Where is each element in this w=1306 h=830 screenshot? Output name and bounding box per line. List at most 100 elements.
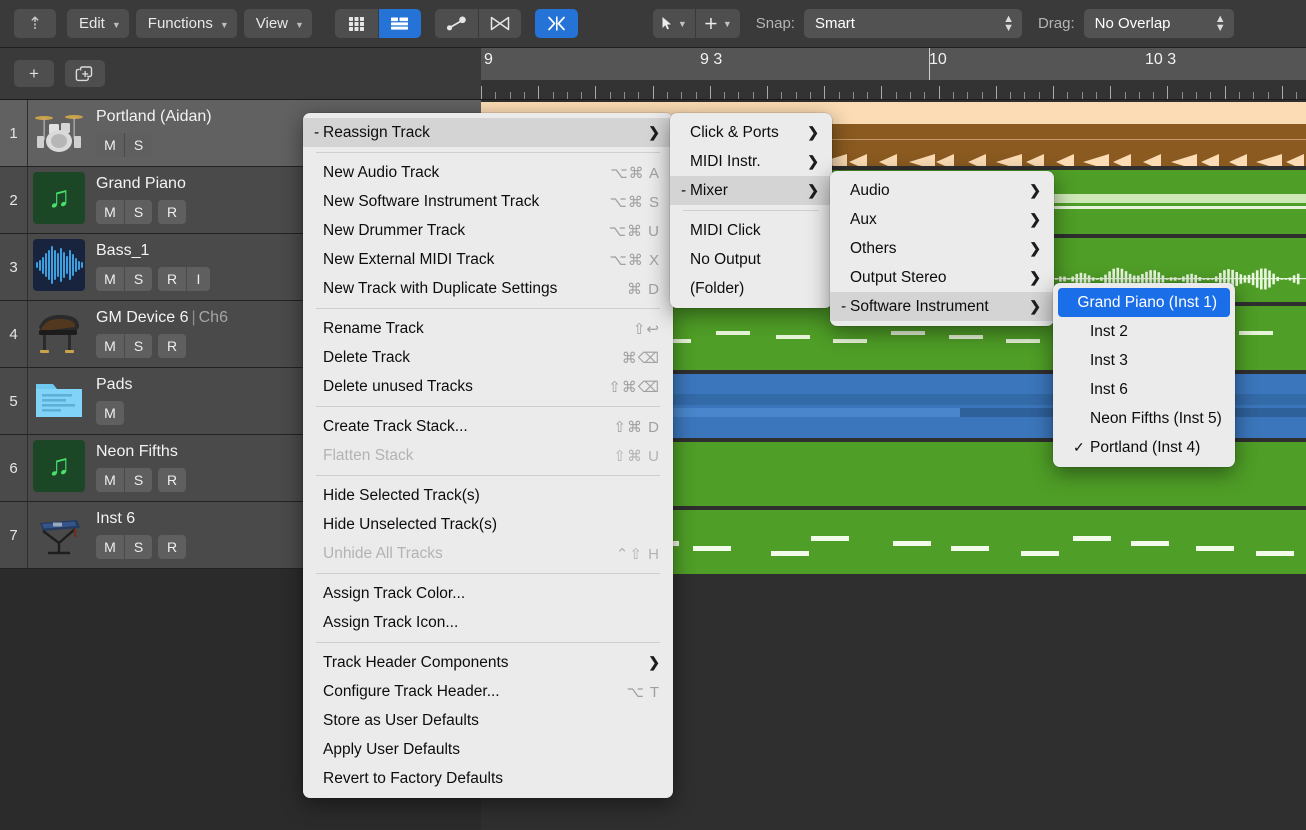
menu-item[interactable]: Assign Track Color...: [303, 579, 673, 608]
solo-button[interactable]: S: [124, 267, 152, 291]
mute-button[interactable]: M: [96, 535, 124, 559]
track-name[interactable]: Portland (Aidan): [96, 108, 212, 126]
menu-item[interactable]: - Software Instrument ❯: [830, 292, 1054, 321]
ruler-tick: [552, 92, 554, 99]
view-menu-button[interactable]: View ▼: [243, 9, 312, 38]
record-enable-button[interactable]: R: [158, 334, 186, 358]
menu-item-label: Apply User Defaults: [323, 740, 460, 758]
back-button[interactable]: ⇡: [14, 9, 56, 38]
menu-item[interactable]: Others ❯: [830, 234, 1054, 263]
menu-item[interactable]: Inst 6: [1053, 375, 1235, 404]
menu-item[interactable]: Grand Piano (Inst 1): [1058, 288, 1230, 317]
duplicate-track-button[interactable]: [65, 60, 105, 87]
menu-item[interactable]: ✓ Portland (Inst 4): [1053, 433, 1235, 462]
solo-button[interactable]: S: [124, 334, 152, 358]
menu-item[interactable]: New Drummer Track ⌥⌘ U: [303, 216, 673, 245]
menu-item[interactable]: Assign Track Icon...: [303, 608, 673, 637]
record-enable-button[interactable]: R: [158, 535, 186, 559]
chevron-down-icon: ▼: [295, 19, 304, 30]
playhead[interactable]: [929, 48, 930, 80]
mute-button[interactable]: M: [96, 200, 124, 224]
solo-button[interactable]: S: [124, 200, 152, 224]
track-context-menu[interactable]: - Reassign Track ❯ New Audio Track ⌥⌘ A New S…: [303, 113, 673, 798]
menu-item[interactable]: Inst 3: [1053, 346, 1235, 375]
menu-item[interactable]: - Reassign Track ❯: [303, 118, 673, 147]
mute-button[interactable]: M: [96, 334, 124, 358]
menu-item[interactable]: Track Header Components ❯: [303, 648, 673, 677]
mute-button[interactable]: M: [96, 468, 124, 492]
record-enable-button[interactable]: R: [158, 200, 186, 224]
track-name[interactable]: Neon Fifths: [96, 443, 186, 461]
automation-button[interactable]: [435, 9, 478, 38]
mute-button[interactable]: M: [96, 401, 124, 425]
menu-item[interactable]: Unhide All Tracks ⌃⇧ H: [303, 539, 673, 568]
track-name[interactable]: Pads: [96, 376, 132, 394]
menu-item[interactable]: - Mixer ❯: [670, 176, 832, 205]
add-track-button[interactable]: +: [14, 60, 54, 87]
menu-item[interactable]: Configure Track Header... ⌥ T: [303, 677, 673, 706]
menu-item[interactable]: Click & Ports ❯: [670, 118, 832, 147]
solo-button[interactable]: S: [124, 133, 152, 157]
snap-to-grid-button[interactable]: [534, 9, 578, 38]
ruler-tick: [781, 92, 783, 99]
drag-popup[interactable]: No Overlap ▲ ▼: [1083, 9, 1234, 38]
ruler-tick: [910, 92, 911, 99]
track-number: 5: [0, 368, 28, 434]
menu-item[interactable]: Inst 2: [1053, 317, 1235, 346]
menu-item[interactable]: New External MIDI Track ⌥⌘ X: [303, 245, 673, 274]
track-name[interactable]: GM Device 6 | Ch6: [96, 309, 228, 327]
snap-popup[interactable]: Smart ▲ ▼: [803, 9, 1022, 38]
menu-item[interactable]: MIDI Instr. ❯: [670, 147, 832, 176]
menu-item[interactable]: Delete Track ⌘⌫: [303, 343, 673, 372]
marquee-tool-button[interactable]: ▼: [694, 9, 740, 38]
menu-item[interactable]: No Output: [670, 245, 832, 274]
menu-item[interactable]: Hide Unselected Track(s): [303, 510, 673, 539]
menu-item[interactable]: MIDI Click: [670, 216, 832, 245]
solo-button[interactable]: S: [124, 468, 152, 492]
track-name[interactable]: Inst 6: [96, 510, 186, 528]
marquee-tool-icon: [705, 18, 717, 29]
menu-item[interactable]: Neon Fifths (Inst 5): [1053, 404, 1235, 433]
ruler-tick: [752, 92, 754, 99]
menu-item[interactable]: New Track with Duplicate Settings ⌘ D: [303, 274, 673, 303]
pointer-tool-button[interactable]: ▼: [653, 9, 695, 38]
mixer-submenu[interactable]: Audio ❯ Aux ❯ Others ❯ Output Stereo ❯ - Software…: [830, 171, 1054, 326]
record-enable-button[interactable]: R: [158, 468, 186, 492]
list-view-button[interactable]: [377, 9, 421, 38]
menu-item[interactable]: New Software Instrument Track ⌥⌘ S: [303, 187, 673, 216]
menu-item[interactable]: Flatten Stack ⇧⌘ U: [303, 441, 673, 470]
mute-button[interactable]: M: [96, 267, 124, 291]
edit-menu-button[interactable]: Edit ▼: [67, 9, 129, 38]
menu-item[interactable]: Revert to Factory Defaults: [303, 764, 673, 793]
menu-item[interactable]: Create Track Stack... ⇧⌘ D: [303, 412, 673, 441]
grid-view-button[interactable]: [335, 9, 378, 38]
menu-item[interactable]: Output Stereo ❯: [830, 263, 1054, 292]
mute-button[interactable]: M: [96, 133, 124, 157]
menu-item[interactable]: Rename Track ⇧↩: [303, 314, 673, 343]
menu-item[interactable]: New Audio Track ⌥⌘ A: [303, 158, 673, 187]
chevron-down-icon: ▼: [111, 19, 121, 30]
flex-time-button[interactable]: [477, 9, 521, 38]
software-instrument-submenu[interactable]: Grand Piano (Inst 1) Inst 2 Inst 3 Inst 6 Ne…: [1053, 283, 1235, 467]
view-menu-label: View: [255, 15, 288, 32]
menu-item[interactable]: Store as User Defaults: [303, 706, 673, 735]
input-monitor-button[interactable]: I: [186, 267, 210, 291]
solo-button[interactable]: S: [124, 535, 152, 559]
menu-item[interactable]: Hide Selected Track(s): [303, 481, 673, 510]
menu-item[interactable]: Audio ❯: [830, 176, 1054, 205]
reassign-track-submenu[interactable]: Click & Ports ❯ MIDI Instr. ❯ - Mixer ❯ MIDI Cl…: [670, 113, 832, 308]
menu-item[interactable]: Aux ❯: [830, 205, 1054, 234]
stepper-icon: ▲ ▼: [1003, 12, 1014, 34]
record-enable-button[interactable]: R: [158, 267, 186, 291]
ruler-tick: [1238, 92, 1240, 99]
track-name[interactable]: Bass_1: [96, 242, 210, 260]
ruler-tick: [624, 92, 625, 99]
ruler-tick: [509, 92, 511, 99]
menu-separator: [316, 406, 660, 407]
menu-item[interactable]: Delete unused Tracks ⇧⌘⌫: [303, 372, 673, 401]
timeline-ruler[interactable]: 9 9 3 10 10 3: [481, 48, 1306, 100]
menu-item[interactable]: Apply User Defaults: [303, 735, 673, 764]
track-name[interactable]: Grand Piano: [96, 175, 186, 193]
functions-menu-button[interactable]: Functions ▼: [135, 9, 237, 38]
menu-item[interactable]: (Folder): [670, 274, 832, 303]
